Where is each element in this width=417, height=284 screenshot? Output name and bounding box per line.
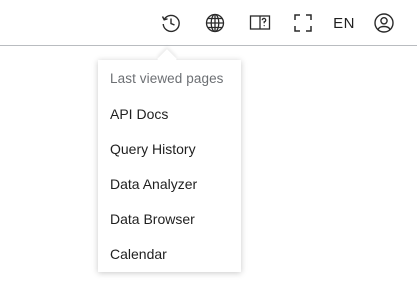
recent-page-item-query-history[interactable]: Query History bbox=[98, 132, 241, 167]
fullscreen-icon bbox=[293, 13, 313, 33]
history-button[interactable] bbox=[158, 10, 184, 36]
last-viewed-dropdown: Last viewed pages API Docs Query History… bbox=[98, 60, 241, 272]
help-book-icon bbox=[249, 13, 271, 33]
dropdown-header: Last viewed pages bbox=[110, 71, 224, 86]
recent-page-item-data-analyzer[interactable]: Data Analyzer bbox=[98, 167, 241, 202]
recent-page-item-data-browser[interactable]: Data Browser bbox=[98, 202, 241, 237]
history-icon bbox=[160, 12, 182, 34]
top-bar: EN bbox=[0, 0, 417, 46]
language-globe-button[interactable] bbox=[202, 10, 228, 36]
help-button[interactable] bbox=[248, 10, 272, 36]
fullscreen-button[interactable] bbox=[292, 10, 314, 36]
recent-page-item-api-docs[interactable]: API Docs bbox=[98, 97, 241, 132]
recent-page-item-calendar[interactable]: Calendar bbox=[98, 237, 241, 272]
user-menu-button[interactable] bbox=[372, 10, 396, 36]
recent-pages-list: API Docs Query History Data Analyzer Dat… bbox=[98, 97, 241, 272]
user-icon bbox=[373, 12, 395, 34]
globe-icon bbox=[204, 12, 226, 34]
language-selector[interactable]: EN bbox=[333, 10, 355, 36]
language-label: EN bbox=[333, 14, 355, 32]
dropdown-panel: Last viewed pages API Docs Query History… bbox=[98, 60, 241, 272]
